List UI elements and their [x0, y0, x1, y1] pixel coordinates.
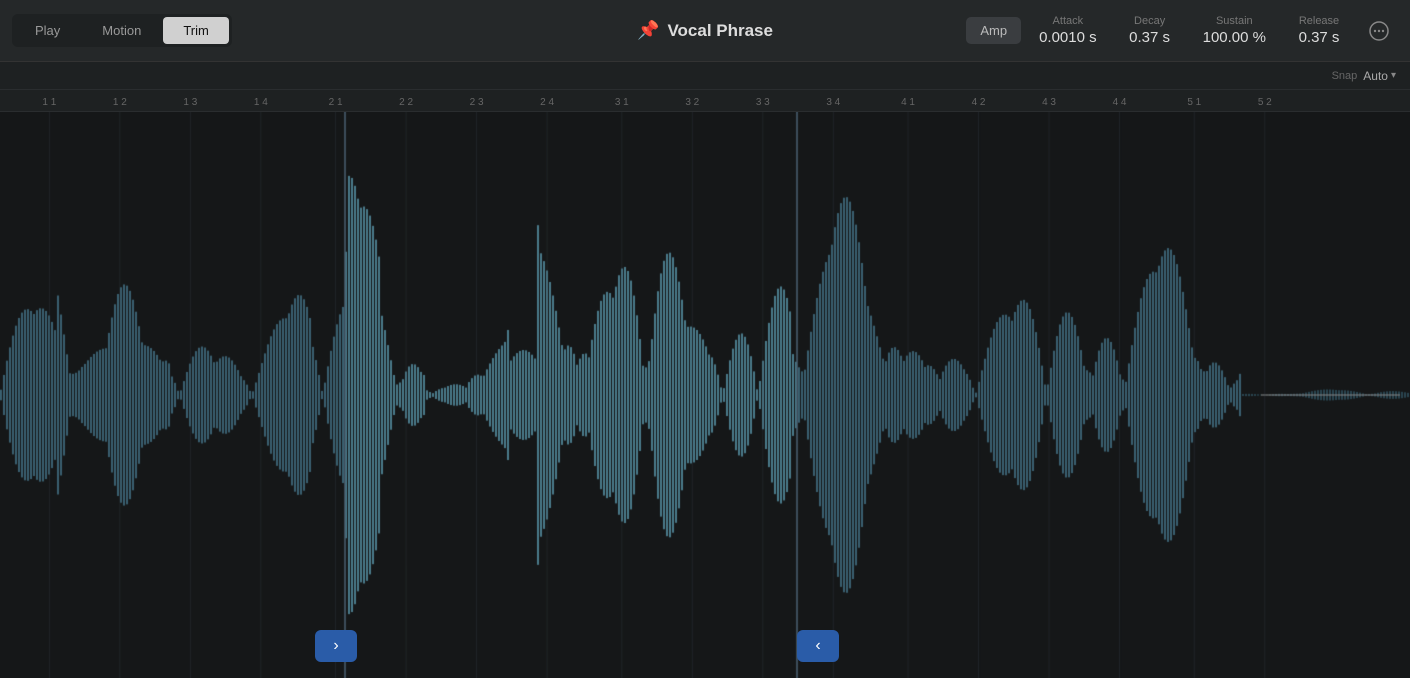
track-title: Vocal Phrase [667, 21, 773, 41]
ruler-tick: 1 2 [113, 97, 127, 108]
main-content: Snap Auto ▾ 1 1 1 2 1 3 1 4 2 1 2 2 2 3 2 4 3 1 3… [0, 62, 1410, 678]
snap-chevron-icon: ▾ [1391, 70, 1396, 81]
sustain-param: Sustain 100.00 % [1191, 11, 1278, 50]
ruler-tick: 4 4 [1113, 97, 1127, 108]
attack-label: Attack [1053, 15, 1084, 27]
pin-icon: 📌 [637, 20, 659, 41]
snap-label: Snap [1332, 70, 1358, 82]
tab-group: Play Motion Trim [12, 14, 232, 47]
decay-value[interactable]: 0.37 s [1129, 29, 1170, 46]
ruler-tick: 1 4 [254, 97, 268, 108]
timeline-ruler: 1 1 1 2 1 3 1 4 2 1 2 2 2 3 2 4 3 1 3 2 3 3 3 4 4 1 4… [0, 90, 1410, 112]
attack-value[interactable]: 0.0010 s [1039, 29, 1097, 46]
ruler-tick: 1 3 [183, 97, 197, 108]
release-label: Release [1299, 15, 1339, 27]
ruler-tick: 5 1 [1187, 97, 1201, 108]
snap-bar: Snap Auto ▾ [0, 62, 1410, 90]
tab-play[interactable]: Play [15, 17, 80, 44]
nav-back-button[interactable]: ‹ [797, 630, 839, 662]
snap-value[interactable]: Auto [1363, 69, 1388, 83]
ruler-tick: 4 2 [972, 97, 986, 108]
waveform-canvas [0, 112, 1410, 678]
ruler-tick: 4 3 [1042, 97, 1056, 108]
title-area: 📌 Vocal Phrase [637, 20, 773, 41]
amp-button[interactable]: Amp [966, 17, 1021, 44]
ruler-tick: 3 2 [685, 97, 699, 108]
ruler-tick: 4 1 [901, 97, 915, 108]
attack-param: Attack 0.0010 s [1027, 11, 1109, 50]
decay-label: Decay [1134, 15, 1165, 27]
ruler-tick: 3 4 [826, 97, 840, 108]
decay-param: Decay 0.37 s [1115, 11, 1185, 50]
release-value[interactable]: 0.37 s [1299, 29, 1340, 46]
ruler-tick: 5 2 [1258, 97, 1272, 108]
params-area: Amp Attack 0.0010 s Decay 0.37 s Sustain… [966, 11, 1398, 50]
ruler-tick: 2 1 [329, 97, 343, 108]
waveform-area[interactable]: › ‹ [0, 112, 1410, 678]
nav-forward-button[interactable]: › [315, 630, 357, 662]
more-button[interactable] [1360, 16, 1398, 46]
ruler-tick: 2 3 [470, 97, 484, 108]
ruler-tick: 2 2 [399, 97, 413, 108]
tab-trim[interactable]: Trim [163, 17, 229, 44]
top-bar: Play Motion Trim 📌 Vocal Phrase Amp Atta… [0, 0, 1410, 62]
ruler-tick: 2 4 [540, 97, 554, 108]
ruler-tick: 3 3 [756, 97, 770, 108]
sustain-label: Sustain [1216, 15, 1253, 27]
sustain-value[interactable]: 100.00 % [1203, 29, 1266, 46]
ruler-tick: 1 1 [42, 97, 56, 108]
tab-motion[interactable]: Motion [82, 17, 161, 44]
release-param: Release 0.37 s [1284, 11, 1354, 50]
ruler-tick: 3 1 [615, 97, 629, 108]
